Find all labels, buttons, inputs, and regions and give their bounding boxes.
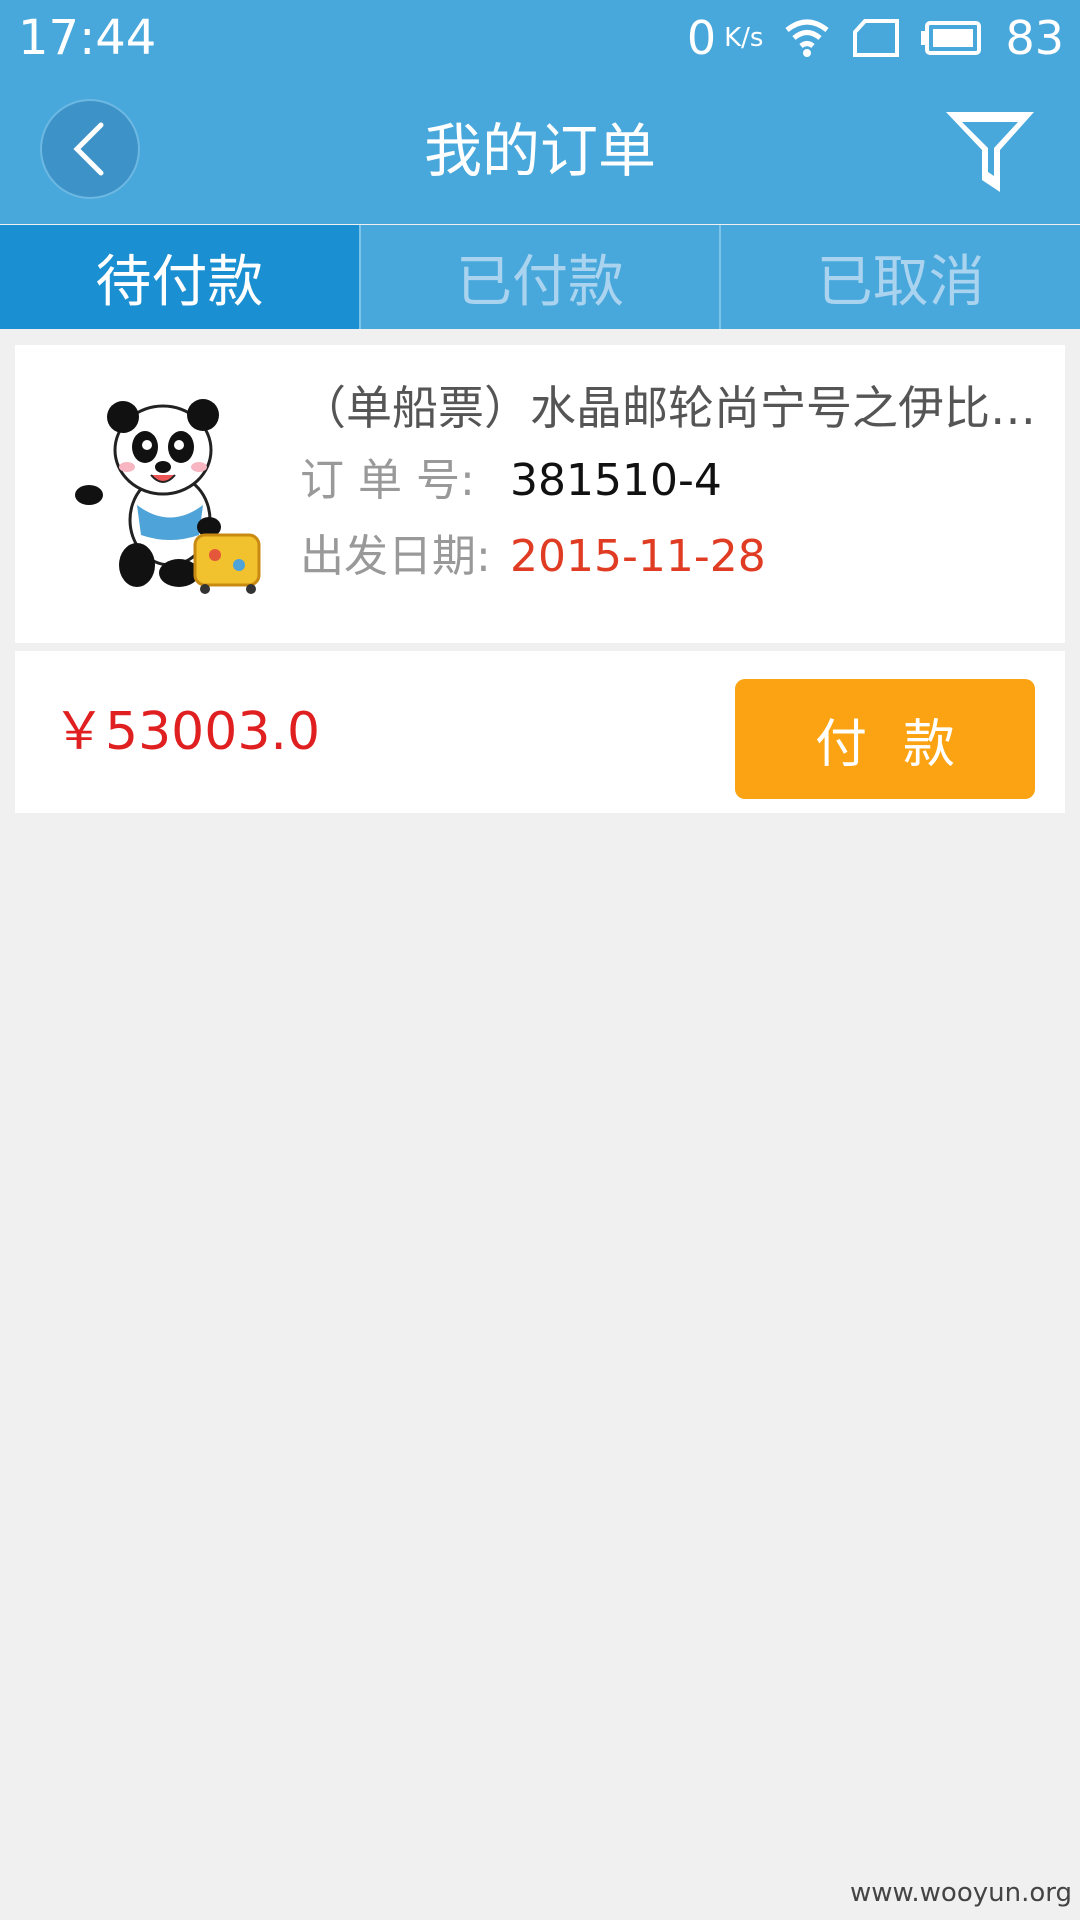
status-bar: 17:44 0 K/s 83 [0, 0, 1080, 76]
order-title: （单船票）水晶邮轮尚宁号之伊比利亚半岛 [300, 381, 1045, 435]
watermark: www.wooyun.org [849, 1878, 1072, 1908]
departure-date-label: 出发日期: [300, 531, 491, 582]
wifi-icon [785, 19, 830, 57]
order-number: 381510-4 [510, 455, 722, 506]
order-price: ￥53003.0 [53, 702, 321, 762]
filter-icon [946, 112, 1034, 192]
tab-cancelled[interactable]: 已取消 [719, 225, 1080, 329]
pay-button[interactable]: 付款 [735, 679, 1035, 799]
order-info: （单船票）水晶邮轮尚宁号之伊比利亚半岛 订 单 号: 381510-4 出发日期… [300, 373, 1045, 595]
order-number-row: 订 单 号: 381510-4 [300, 443, 1045, 519]
order-status-tabs: 待付款 已付款 已取消 [0, 225, 1080, 329]
filter-button[interactable] [942, 106, 1038, 196]
departure-date: 2015-11-28 [510, 531, 766, 582]
page-title: 我的订单 [423, 117, 656, 185]
sim-card-icon [853, 19, 900, 57]
status-time: 17:44 [18, 10, 157, 66]
network-speed: 0 K/s [687, 11, 764, 65]
network-speed-unit: K/s [724, 23, 764, 53]
tab-paid[interactable]: 已付款 [358, 225, 720, 329]
battery-level: 83 [1005, 11, 1064, 65]
status-indicators: 0 K/s 83 [687, 8, 1064, 68]
departure-date-row: 出发日期: 2015-11-28 [300, 519, 1045, 595]
tab-pending-payment[interactable]: 待付款 [0, 225, 359, 329]
battery-icon [921, 21, 982, 55]
panda-mascot-image [75, 399, 261, 594]
network-speed-value: 0 [686, 11, 717, 65]
header: 我的订单 [0, 76, 1080, 224]
order-number-label: 订 单 号: [300, 455, 475, 506]
order-card[interactable]: （单船票）水晶邮轮尚宁号之伊比利亚半岛 订 单 号: 381510-4 出发日期… [15, 345, 1065, 643]
payment-row: ￥53003.0 付款 [15, 651, 1065, 813]
